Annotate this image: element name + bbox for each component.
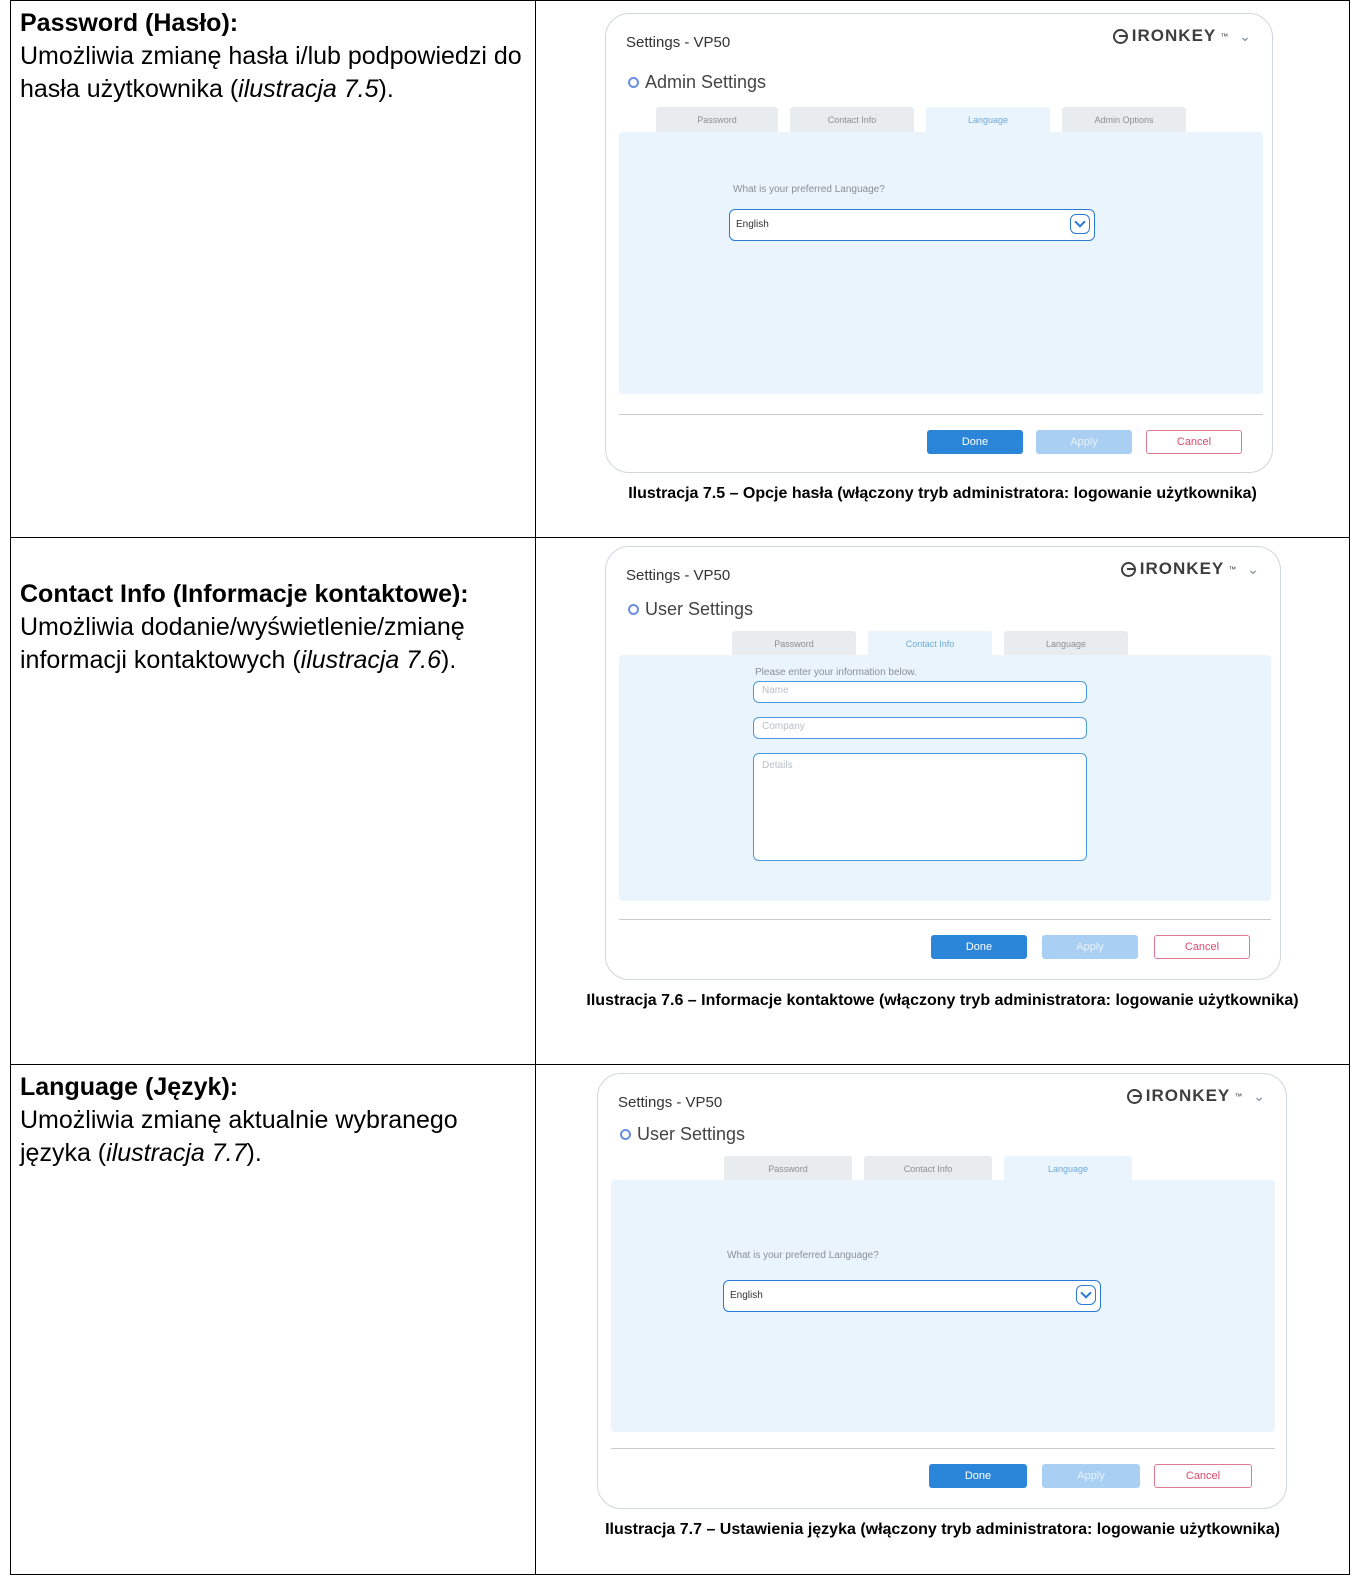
term-heading: Language (Język): [20,1073,239,1101]
language-select[interactable]: English [723,1280,1101,1312]
table-row-contact-info: Contact Info (Informacje kontaktowe): Um… [10,537,1350,1065]
section-heading: User Settings [628,599,753,620]
figure-caption: Ilustracja 7.5 – Opcje hasła (włączony t… [628,485,1257,502]
term-heading: Password (Hasło): [20,9,239,37]
ironkey-logo-icon [1120,561,1136,577]
content-panel: What is your preferred Language? English [611,1180,1275,1432]
ironkey-logo: IRONKEY ™ ⌄ [1120,559,1260,579]
tab-contact-info[interactable]: Contact Info [864,1156,992,1182]
language-prompt: What is your preferred Language? [733,184,885,195]
company-placeholder: Company [762,721,805,732]
figure-cell: Settings - VP50 IRONKEY ™ ⌄ User Settings … [535,537,1350,1065]
settings-window: Settings - VP50 IRONKEY ™ ⌄ User Settings … [597,1073,1287,1509]
cancel-button[interactable]: Cancel [1154,935,1250,959]
name-placeholder: Name [762,685,789,696]
apply-button[interactable]: Apply [1036,430,1132,454]
done-button[interactable]: Done [929,1464,1027,1488]
apply-button[interactable]: Apply [1042,1464,1140,1488]
name-field[interactable]: Name [753,681,1087,703]
apply-button[interactable]: Apply [1042,935,1138,959]
cancel-button[interactable]: Cancel [1146,430,1242,454]
cancel-button[interactable]: Cancel [1154,1464,1252,1488]
chevron-down-icon[interactable]: ⌄ [1247,561,1260,578]
tab-language[interactable]: Language [1004,1156,1132,1182]
window-title: Settings - VP50 [626,567,731,584]
ironkey-logo-icon [1112,28,1128,44]
description-text: Umożliwia dodanie/wyświetlenie/zmianę in… [20,613,465,674]
chevron-down-icon[interactable]: ⌄ [1239,28,1252,45]
divider [619,414,1263,415]
language-select[interactable]: English [729,209,1095,241]
term-heading: Contact Info (Informacje kontaktowe): [20,580,469,608]
settings-window: Settings - VP50 IRONKEY ™ ⌄ Admin Settings… [605,13,1273,473]
details-placeholder: Details [762,760,793,771]
document-table: Password (Hasło): Umożliwia zmianę hasła… [10,0,1350,1575]
tab-language[interactable]: Language [926,107,1050,133]
description-text: Umożliwia zmianę hasła i/lub podpowiedzi… [20,42,522,103]
done-button[interactable]: Done [927,430,1023,454]
table-row-language: Language (Język): Umożliwia zmianę aktua… [10,1064,1350,1575]
section-heading: User Settings [620,1124,745,1145]
description-cell: Language (Język): Umożliwia zmianę aktua… [10,1064,536,1575]
tab-language[interactable]: Language [1004,631,1128,657]
chevron-down-icon[interactable]: ⌄ [1253,1088,1266,1105]
tab-bar: Password Contact Info Language [732,631,1128,657]
settings-window: Settings - VP50 IRONKEY ™ ⌄ User Settings … [605,546,1281,980]
divider [611,1448,1275,1449]
window-title: Settings - VP50 [626,34,731,51]
figure-caption: Ilustracja 7.7 – Ustawienia języka (włąc… [605,1521,1280,1538]
tab-bar: Password Contact Info Language [724,1156,1132,1182]
company-field[interactable]: Company [753,717,1087,739]
table-row-password: Password (Hasło): Umożliwia zmianę hasła… [10,0,1350,538]
gear-icon [620,1129,631,1140]
language-select-value: English [730,1290,763,1301]
tab-contact-info[interactable]: Contact Info [868,631,992,657]
tab-password[interactable]: Password [656,107,778,133]
contact-prompt: Please enter your information below. [755,667,917,678]
content-panel: What is your preferred Language? English [619,132,1263,394]
figure-caption: Ilustracja 7.6 – Informacje kontaktowe (… [586,992,1299,1009]
tab-contact-info[interactable]: Contact Info [790,107,914,133]
tab-admin-options[interactable]: Admin Options [1062,107,1186,133]
done-button[interactable]: Done [931,935,1027,959]
details-field[interactable]: Details [753,753,1087,861]
chevron-down-icon[interactable] [1076,1285,1096,1305]
gear-icon [628,77,639,88]
description-cell: Contact Info (Informacje kontaktowe): Um… [10,537,536,1065]
figure-cell: Settings - VP50 IRONKEY ™ ⌄ Admin Settings… [535,0,1350,538]
gear-icon [628,604,639,615]
ironkey-logo: IRONKEY ™ ⌄ [1112,26,1252,46]
chevron-down-icon[interactable] [1070,214,1090,234]
tab-password[interactable]: Password [732,631,856,657]
language-prompt: What is your preferred Language? [727,1250,879,1261]
description-cell: Password (Hasło): Umożliwia zmianę hasła… [10,0,536,538]
tab-password[interactable]: Password [724,1156,852,1182]
window-title: Settings - VP50 [618,1094,723,1111]
figure-cell: Settings - VP50 IRONKEY ™ ⌄ User Settings … [535,1064,1350,1575]
language-select-value: English [736,219,769,230]
ironkey-logo-icon [1126,1088,1142,1104]
description-text: Umożliwia zmianę aktualnie wybranego jęz… [20,1106,458,1167]
content-panel: Please enter your information below. Nam… [619,655,1271,901]
section-heading: Admin Settings [628,72,766,93]
tab-bar: Password Contact Info Language Admin Opt… [656,107,1186,133]
ironkey-logo: IRONKEY ™ ⌄ [1126,1086,1266,1106]
divider [619,919,1271,920]
